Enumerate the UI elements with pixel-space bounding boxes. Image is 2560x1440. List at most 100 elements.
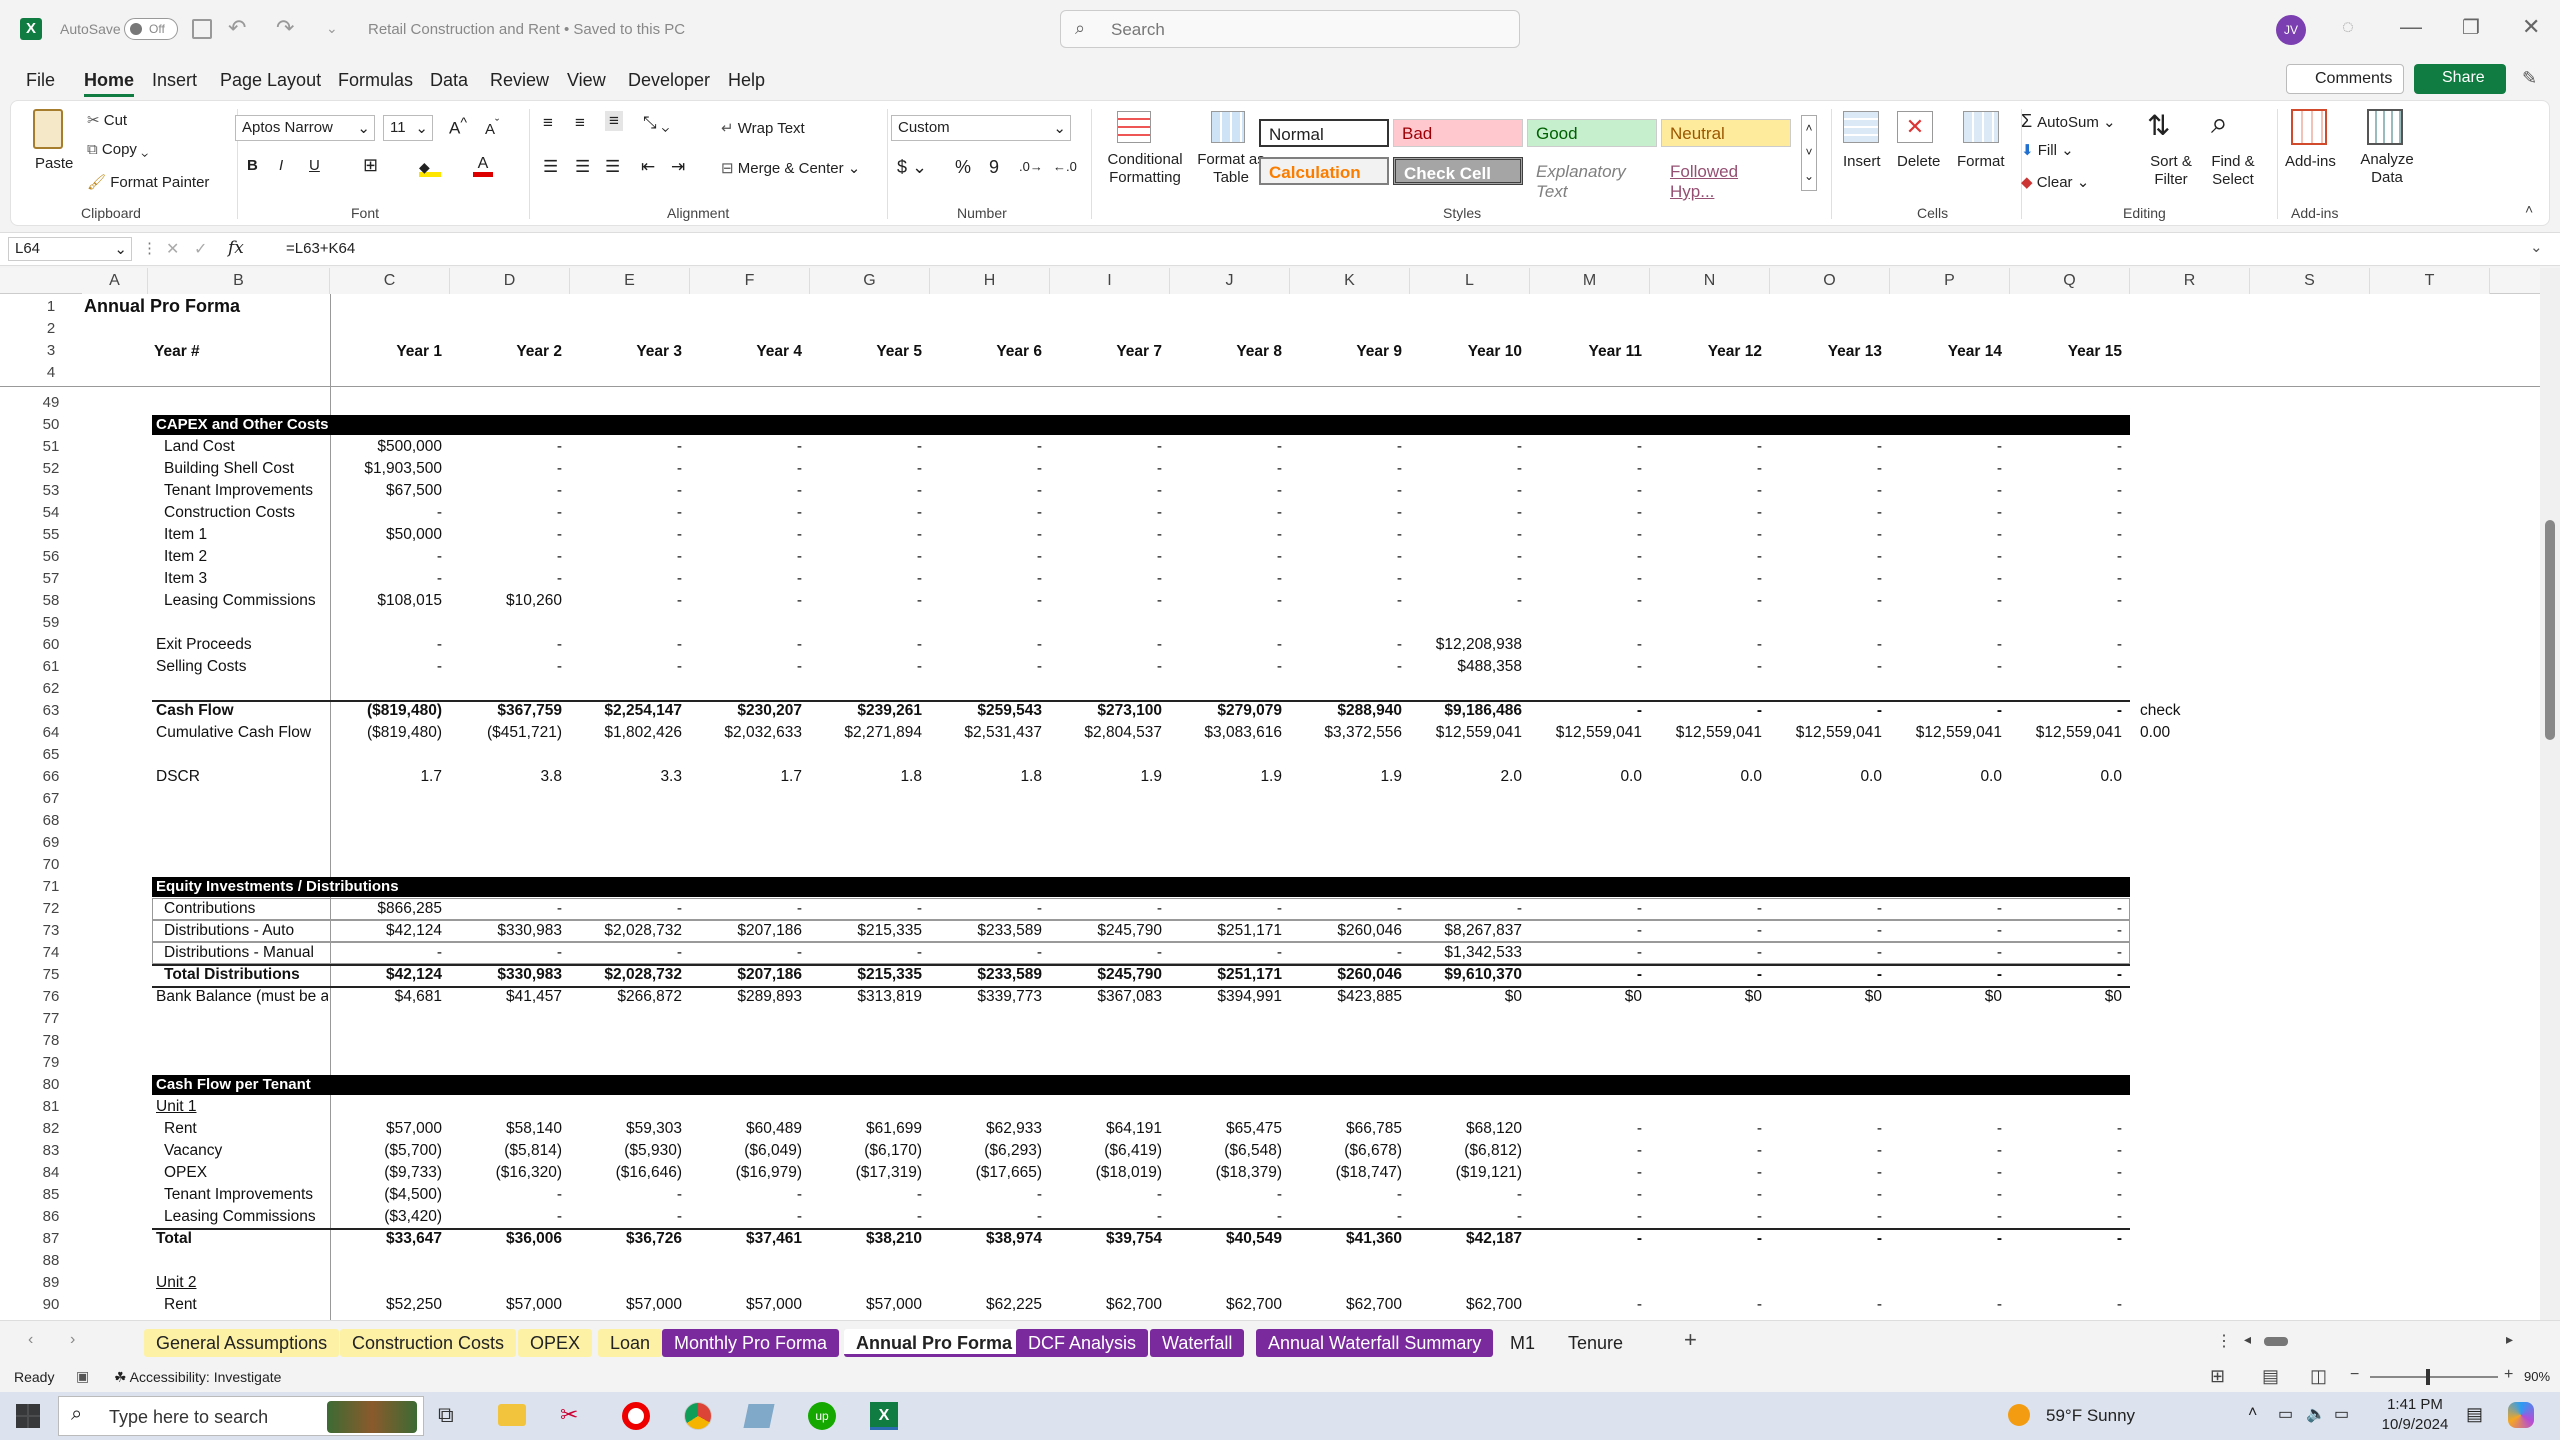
value-cell[interactable]: - (930, 547, 1042, 567)
value-cell[interactable]: ($6,170) (810, 1141, 922, 1161)
value-cell[interactable]: - (810, 635, 922, 655)
more-icon[interactable]: ⋮ (142, 239, 157, 257)
row-number[interactable]: 68 (22, 812, 80, 829)
value-cell[interactable]: $423,885 (1290, 987, 1402, 1007)
horizontal-scrollbar[interactable]: ◂ ▸ (2244, 1331, 2524, 1349)
section-header[interactable]: Cash Flow per Tenant (156, 1075, 556, 1095)
autosum-button[interactable]: Σ AutoSum ⌄ (2021, 111, 2116, 132)
row-number[interactable]: 50 (22, 416, 80, 433)
value-cell[interactable]: - (1770, 657, 1882, 677)
value-cell[interactable]: - (690, 591, 802, 611)
value-cell[interactable]: - (1890, 921, 2002, 941)
value-cell[interactable]: - (1170, 899, 1282, 919)
align-right-icon[interactable]: ☰ (605, 157, 620, 177)
zoom-level[interactable]: 90% (2524, 1369, 2550, 1384)
value-cell[interactable]: $0 (1650, 987, 1762, 1007)
value-cell[interactable]: - (690, 569, 802, 589)
value-cell[interactable]: - (1410, 459, 1522, 479)
row-label[interactable]: Land Cost (164, 437, 328, 457)
menu-view[interactable]: View (567, 70, 606, 91)
value-cell[interactable]: - (1770, 1141, 1882, 1161)
value-cell[interactable]: $58,140 (450, 1119, 562, 1139)
value-cell[interactable]: - (1530, 1141, 1642, 1161)
year-header[interactable]: Year 7 (1050, 342, 1162, 362)
value-cell[interactable]: - (810, 437, 922, 457)
value-cell[interactable]: - (1410, 569, 1522, 589)
row-number[interactable]: 80 (22, 1076, 80, 1093)
value-cell[interactable]: - (1290, 1185, 1402, 1205)
value-cell[interactable]: ($5,814) (450, 1141, 562, 1161)
comma-icon[interactable]: 9 (989, 157, 999, 178)
value-cell[interactable]: - (1770, 635, 1882, 655)
value-cell[interactable]: 2.0 (1410, 767, 1522, 787)
value-cell[interactable]: $260,046 (1290, 965, 1402, 985)
value-cell[interactable]: - (2010, 1295, 2122, 1315)
row-number[interactable]: 49 (22, 394, 80, 411)
value-cell[interactable]: $33,647 (330, 1229, 442, 1249)
value-cell[interactable]: - (1290, 481, 1402, 501)
worksheet-grid[interactable]: 1 2 ABCDEFGHIJKLMNOPQRST 1234Annual Pro … (0, 268, 2560, 1320)
value-cell[interactable]: $2,032,633 (690, 723, 802, 743)
value-cell[interactable]: - (1650, 921, 1762, 941)
value-cell[interactable]: - (1650, 1119, 1762, 1139)
file-explorer-icon[interactable] (498, 1404, 526, 1426)
value-cell[interactable]: $1,802,426 (570, 723, 682, 743)
column-header-i[interactable]: I (1050, 268, 1170, 294)
value-cell[interactable]: - (570, 459, 682, 479)
year-header[interactable]: Year 10 (1410, 342, 1522, 362)
value-cell[interactable]: - (330, 503, 442, 523)
delete-cells-icon[interactable]: ✕ (1897, 111, 1933, 143)
value-cell[interactable]: - (1530, 1295, 1642, 1315)
value-cell[interactable]: - (2010, 635, 2122, 655)
value-cell[interactable]: - (690, 459, 802, 479)
value-cell[interactable]: - (450, 899, 562, 919)
style-followed-hyperlink[interactable]: Followed Hyp... (1661, 157, 1791, 201)
row-label[interactable]: Total Distributions (164, 965, 328, 985)
format-as-table-icon[interactable] (1211, 111, 1245, 143)
macro-record-icon[interactable]: ▣ (76, 1368, 89, 1385)
addins-icon[interactable] (2291, 109, 2327, 145)
row-label[interactable]: Unit 2 (156, 1273, 328, 1293)
value-cell[interactable]: - (330, 547, 442, 567)
value-cell[interactable]: - (690, 1185, 802, 1205)
value-cell[interactable]: - (1650, 437, 1762, 457)
value-cell[interactable]: 0.0 (1890, 767, 2002, 787)
menu-insert[interactable]: Insert (152, 70, 197, 91)
value-cell[interactable]: - (1530, 1119, 1642, 1139)
value-cell[interactable]: - (1530, 965, 1642, 985)
value-cell[interactable]: - (690, 437, 802, 457)
value-cell[interactable]: - (1290, 459, 1402, 479)
value-cell[interactable]: - (1890, 701, 2002, 721)
value-cell[interactable]: - (930, 569, 1042, 589)
value-cell[interactable]: - (810, 503, 922, 523)
year-header[interactable]: Year 2 (450, 342, 562, 362)
value-cell[interactable]: $108,015 (330, 591, 442, 611)
value-cell[interactable]: - (1290, 569, 1402, 589)
fill-color-icon[interactable]: ◆ (419, 159, 441, 177)
value-cell[interactable]: $41,360 (1290, 1229, 1402, 1249)
value-cell[interactable]: - (1890, 1141, 2002, 1161)
value-cell[interactable]: - (1170, 525, 1282, 545)
value-cell[interactable]: - (2010, 481, 2122, 501)
value-cell[interactable]: $36,726 (570, 1229, 682, 1249)
value-cell[interactable]: 1.7 (690, 767, 802, 787)
font-size-select[interactable]: 11 ⌄ (383, 115, 433, 141)
value-cell[interactable]: - (930, 899, 1042, 919)
find-select-icon[interactable]: ⌕ (2211, 107, 2228, 141)
row-number[interactable]: 74 (22, 944, 80, 961)
row-number[interactable]: 64 (22, 724, 80, 741)
value-cell[interactable]: - (2010, 921, 2122, 941)
value-cell[interactable]: $207,186 (690, 965, 802, 985)
sheet-tab-construction-costs[interactable]: Construction Costs (340, 1329, 517, 1357)
value-cell[interactable]: $62,700 (1410, 1295, 1522, 1315)
value-cell[interactable]: - (1650, 525, 1762, 545)
value-cell[interactable]: - (1650, 591, 1762, 611)
value-cell[interactable]: - (690, 547, 802, 567)
value-cell[interactable]: 3.3 (570, 767, 682, 787)
value-cell[interactable]: - (1650, 635, 1762, 655)
value-cell[interactable]: - (2010, 525, 2122, 545)
row-number[interactable]: 65 (22, 746, 80, 763)
column-header-p[interactable]: P (1890, 268, 2010, 294)
value-cell[interactable]: - (1650, 547, 1762, 567)
value-cell[interactable]: $3,083,616 (1170, 723, 1282, 743)
